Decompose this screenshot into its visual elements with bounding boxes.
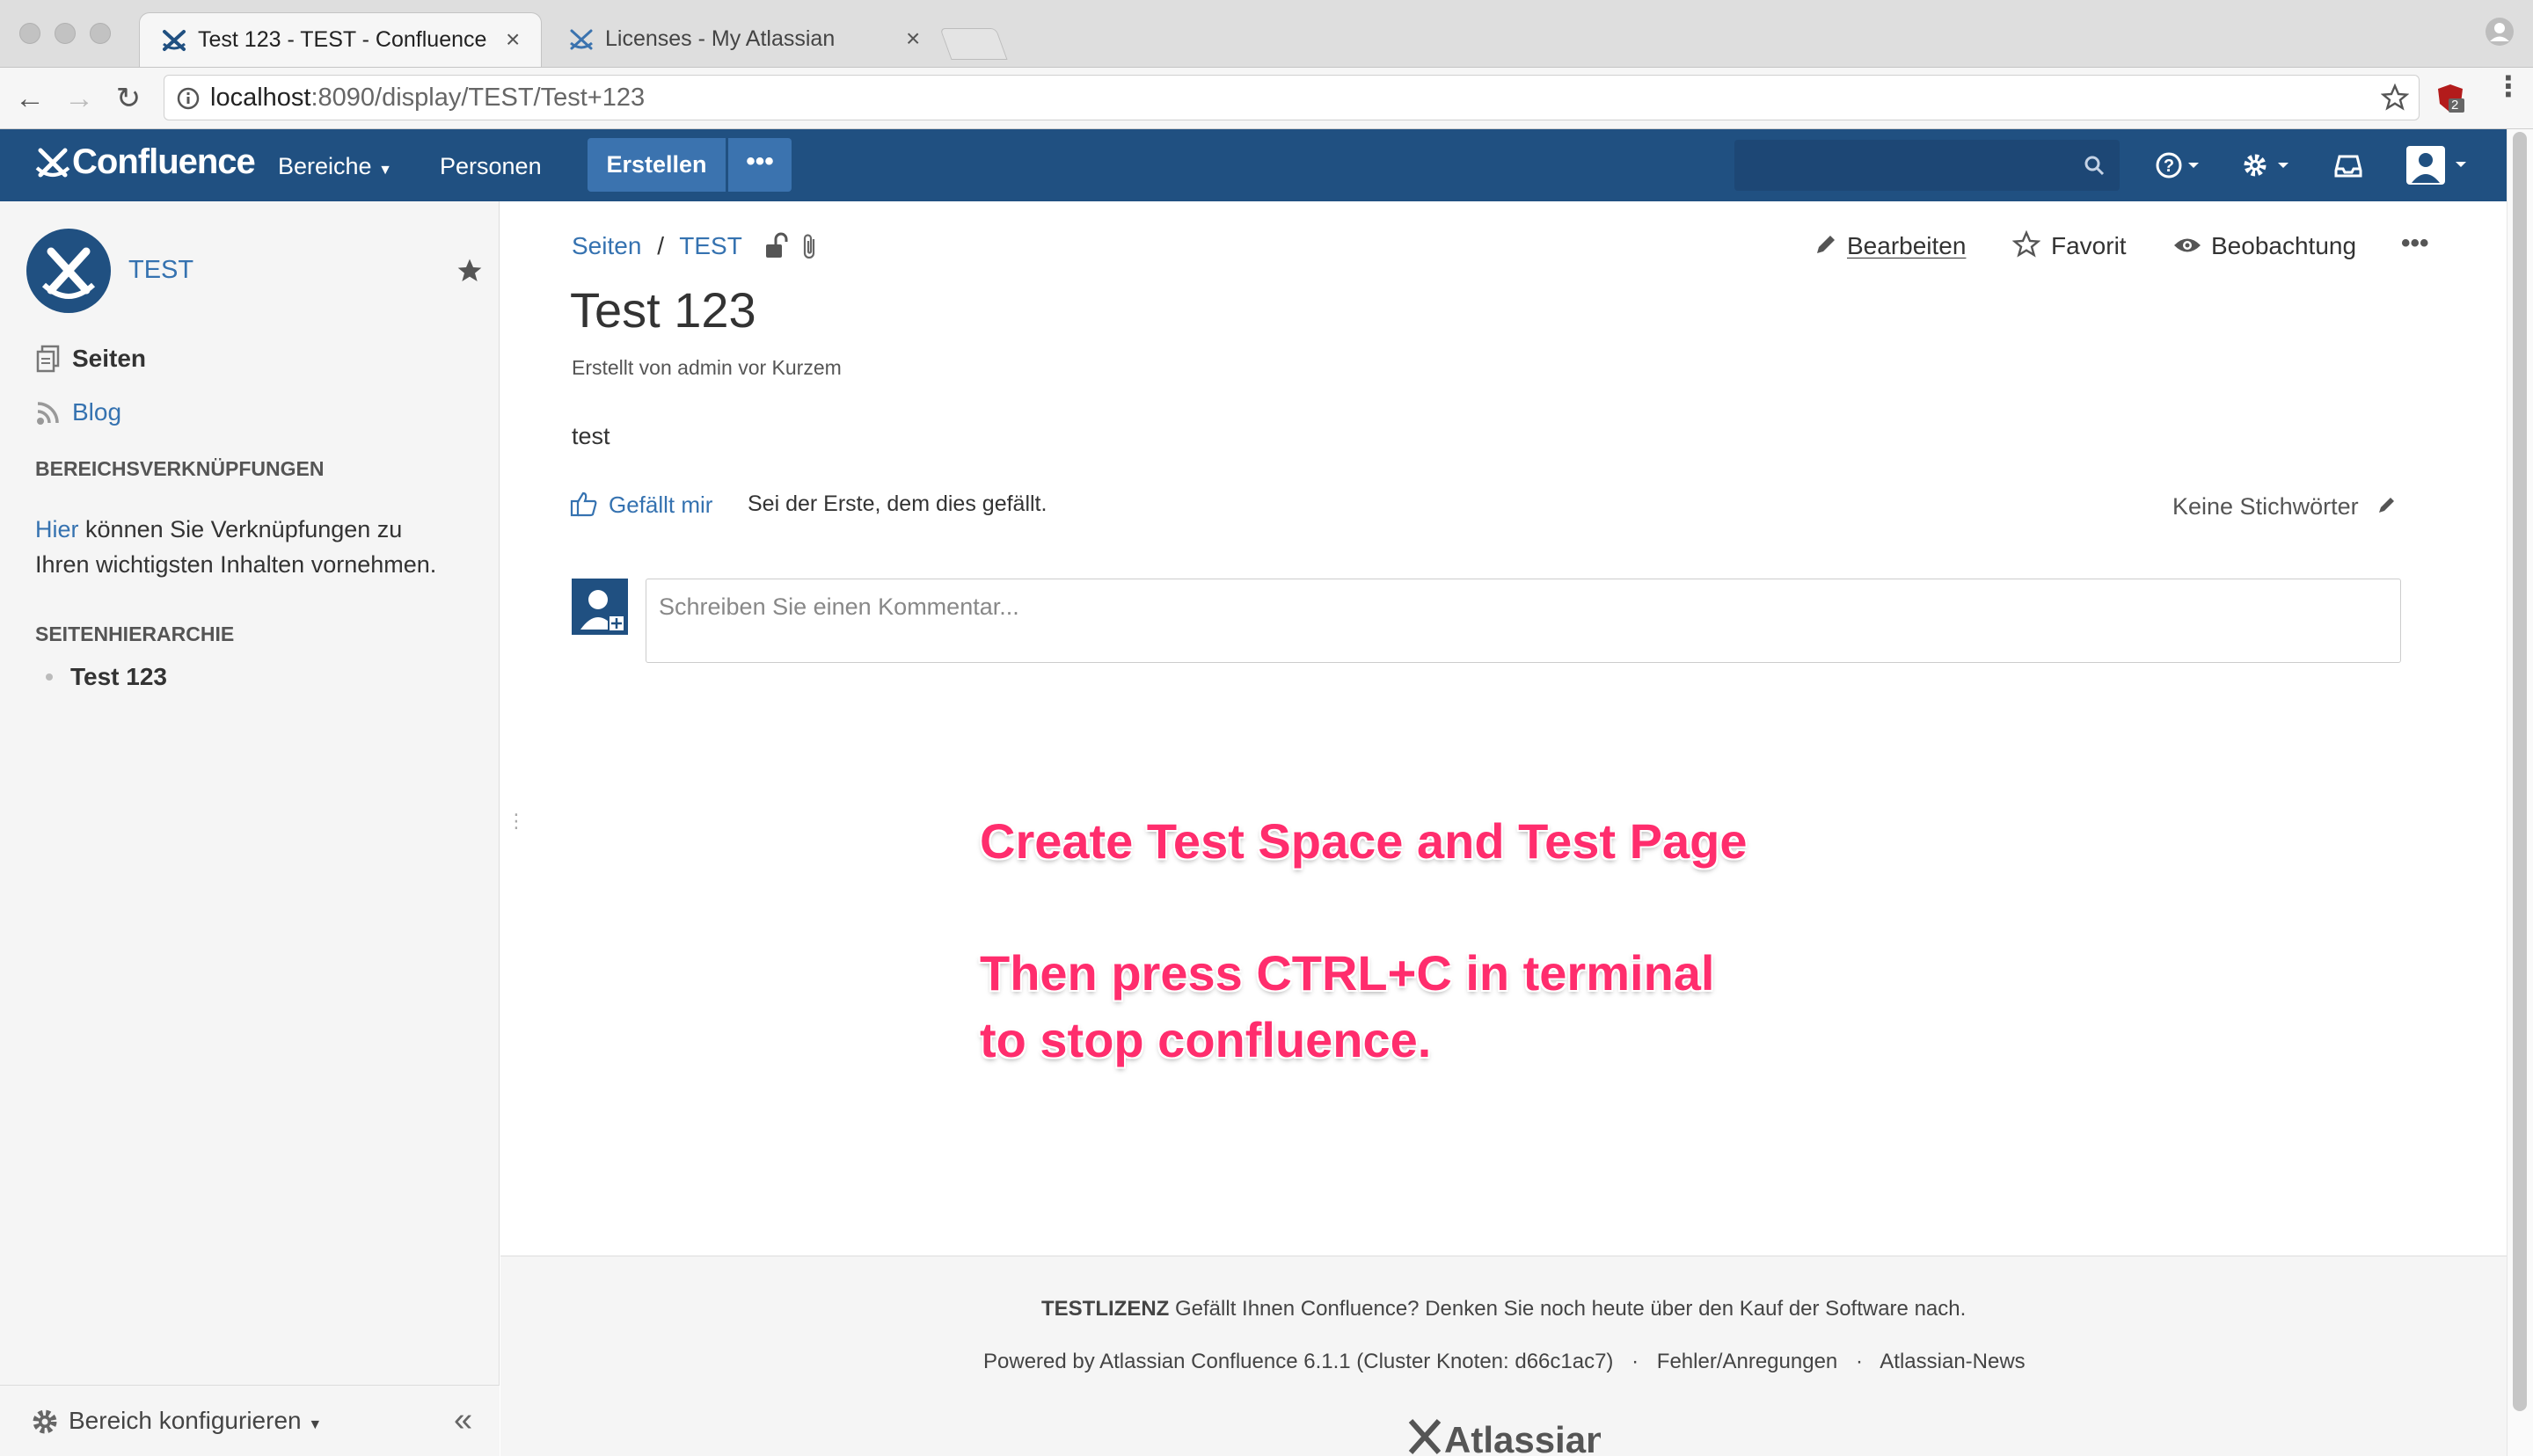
eye-icon bbox=[2172, 234, 2202, 257]
rss-icon bbox=[35, 399, 62, 426]
footer-dot: · bbox=[1631, 1350, 1639, 1373]
reload-icon[interactable]: ↻ bbox=[111, 81, 146, 116]
collapse-sidebar-button[interactable]: « bbox=[454, 1401, 472, 1439]
breadcrumb-separator: / bbox=[657, 232, 664, 259]
browser-menu-icon[interactable]: ⋮ bbox=[2494, 72, 2522, 100]
favorite-button[interactable]: Favorit bbox=[2051, 232, 2127, 260]
hierarchy-item-test-123[interactable]: Test 123 bbox=[70, 663, 167, 691]
breadcrumb-pages-link[interactable]: Seiten bbox=[572, 232, 641, 259]
shortcuts-here-link[interactable]: Hier bbox=[35, 516, 79, 542]
confluence-logo-icon[interactable] bbox=[35, 145, 70, 180]
tab-confluence-test[interactable]: Test 123 - TEST - Confluence × bbox=[139, 12, 542, 67]
tab-close-icon[interactable]: × bbox=[906, 25, 920, 53]
tab-my-atlassian[interactable]: Licenses - My Atlassian × bbox=[547, 12, 939, 67]
svg-text:?: ? bbox=[2164, 157, 2174, 176]
gear-icon bbox=[30, 1407, 60, 1437]
annotation-line-3: to stop confluence. bbox=[980, 1012, 1432, 1067]
space-avatar-icon[interactable] bbox=[25, 227, 113, 315]
address-bar[interactable]: localhost:8090/display/TEST/Test+123 bbox=[164, 75, 2420, 120]
bookmark-star-icon[interactable] bbox=[2381, 84, 2409, 112]
configure-space-button[interactable]: Bereich konfigurieren ▼ bbox=[69, 1407, 322, 1435]
labels-text: Keine Stichwörter bbox=[2172, 493, 2359, 520]
footer-dot: · bbox=[1855, 1350, 1863, 1373]
space-sidebar bbox=[0, 201, 500, 1456]
notifications-icon[interactable] bbox=[2331, 149, 2366, 181]
back-arrow-icon[interactable]: ← bbox=[12, 81, 47, 116]
thumbs-up-icon bbox=[570, 491, 598, 517]
star-icon bbox=[2012, 230, 2040, 258]
license-notice: TESTLIZENZ Gefällt Ihnen Confluence? Den… bbox=[1041, 1297, 1967, 1321]
shortcuts-text: Hier können Sie Verknüpfungen zu bbox=[35, 516, 403, 542]
tab-title: Licenses - My Atlassian bbox=[605, 26, 836, 51]
create-button[interactable]: Erstellen bbox=[588, 138, 726, 192]
comment-input[interactable]: Schreiben Sie einen Kommentar... bbox=[646, 579, 2401, 663]
tag-pencil-icon[interactable] bbox=[2376, 494, 2398, 515]
atlassian-news-link[interactable]: Atlassian-News bbox=[1880, 1350, 2025, 1373]
window-close-button[interactable] bbox=[19, 23, 40, 44]
atlassian-logo-text: Atlassian bbox=[1444, 1419, 1601, 1456]
info-icon[interactable] bbox=[177, 87, 200, 110]
search-icon bbox=[2083, 154, 2106, 177]
search-input[interactable] bbox=[1734, 140, 2120, 191]
browser-profile-icon[interactable] bbox=[2484, 16, 2515, 47]
feedback-link[interactable]: Fehler/Anregungen bbox=[1657, 1350, 1837, 1373]
breadcrumb: Seiten / TEST bbox=[572, 232, 742, 260]
tab-close-icon[interactable]: × bbox=[506, 25, 520, 54]
page-body-text: test bbox=[572, 423, 610, 449]
page-byline: Erstellt von admin vor Kurzem bbox=[572, 356, 842, 379]
atlassian-logo[interactable]: Atlassian bbox=[1407, 1417, 1601, 1456]
help-icon[interactable]: ? bbox=[2155, 149, 2204, 181]
footer-links: Powered by Atlassian Confluence 6.1.1 (C… bbox=[983, 1350, 2026, 1374]
scrollbar-thumb[interactable] bbox=[2513, 132, 2527, 1411]
people-link[interactable]: Personen bbox=[440, 153, 542, 180]
create-more-button[interactable]: ••• bbox=[728, 138, 792, 192]
url-text: localhost:8090/display/TEST/Test+123 bbox=[210, 84, 646, 112]
commenter-avatar-icon bbox=[572, 579, 628, 635]
sidebar-resize-handle[interactable]: ⋮ bbox=[507, 812, 526, 831]
space-name-link[interactable]: TEST bbox=[128, 256, 193, 285]
new-tab-button[interactable] bbox=[939, 28, 1008, 60]
tab-title: Test 123 - TEST - Confluence bbox=[198, 27, 487, 52]
forward-arrow-icon[interactable]: → bbox=[62, 81, 97, 116]
sidebar-item-pages[interactable]: Seiten bbox=[72, 345, 146, 373]
sidebar-item-blog[interactable]: Blog bbox=[72, 398, 121, 426]
annotation-line-1: Create Test Space and Test Page bbox=[980, 813, 1748, 869]
extension-badge: 2 bbox=[2451, 98, 2459, 113]
paperclip-icon[interactable] bbox=[800, 232, 820, 260]
window-minimize-button[interactable] bbox=[55, 23, 76, 44]
pages-icon bbox=[35, 345, 62, 373]
hierarchy-heading: SEITENHIERARCHIE bbox=[35, 622, 235, 645]
shortcuts-heading: BEREICHSVERKNÜPFUNGEN bbox=[35, 457, 325, 480]
extension-shield-icon[interactable]: 2 bbox=[2434, 83, 2466, 114]
confluence-favicon-icon bbox=[161, 26, 187, 53]
watch-button[interactable]: Beobachtung bbox=[2211, 232, 2356, 260]
gear-icon[interactable] bbox=[2239, 149, 2296, 181]
confluence-logo-text[interactable]: Confluence bbox=[72, 142, 256, 182]
atlassian-favicon-icon bbox=[568, 25, 595, 52]
spaces-menu[interactable]: Bereiche ▼ bbox=[278, 153, 392, 180]
breadcrumb-space-link[interactable]: TEST bbox=[679, 232, 742, 259]
edit-button[interactable]: Bearbeiten bbox=[1847, 232, 1966, 260]
comment-placeholder: Schreiben Sie einen Kommentar... bbox=[659, 593, 1019, 620]
page-title: Test 123 bbox=[570, 282, 756, 338]
window-zoom-button[interactable] bbox=[90, 23, 111, 44]
powered-by-text: Powered by Atlassian Confluence 6.1.1 (C… bbox=[983, 1350, 1614, 1373]
tree-bullet bbox=[46, 673, 53, 681]
like-button[interactable]: Gefällt mir bbox=[609, 491, 712, 519]
shortcuts-text-line2: Ihren wichtigsten Inhalten vornehmen. bbox=[35, 551, 437, 578]
unlock-icon[interactable] bbox=[763, 232, 788, 260]
like-summary: Sei der Erste, dem dies gefällt. bbox=[748, 491, 1048, 516]
star-icon[interactable] bbox=[456, 257, 484, 285]
pencil-icon bbox=[1814, 232, 1838, 257]
annotation-line-2: Then press CTRL+C in terminal bbox=[980, 945, 1715, 1001]
user-avatar-icon[interactable] bbox=[2405, 144, 2475, 186]
page-more-actions-button[interactable]: ••• bbox=[2401, 229, 2429, 258]
